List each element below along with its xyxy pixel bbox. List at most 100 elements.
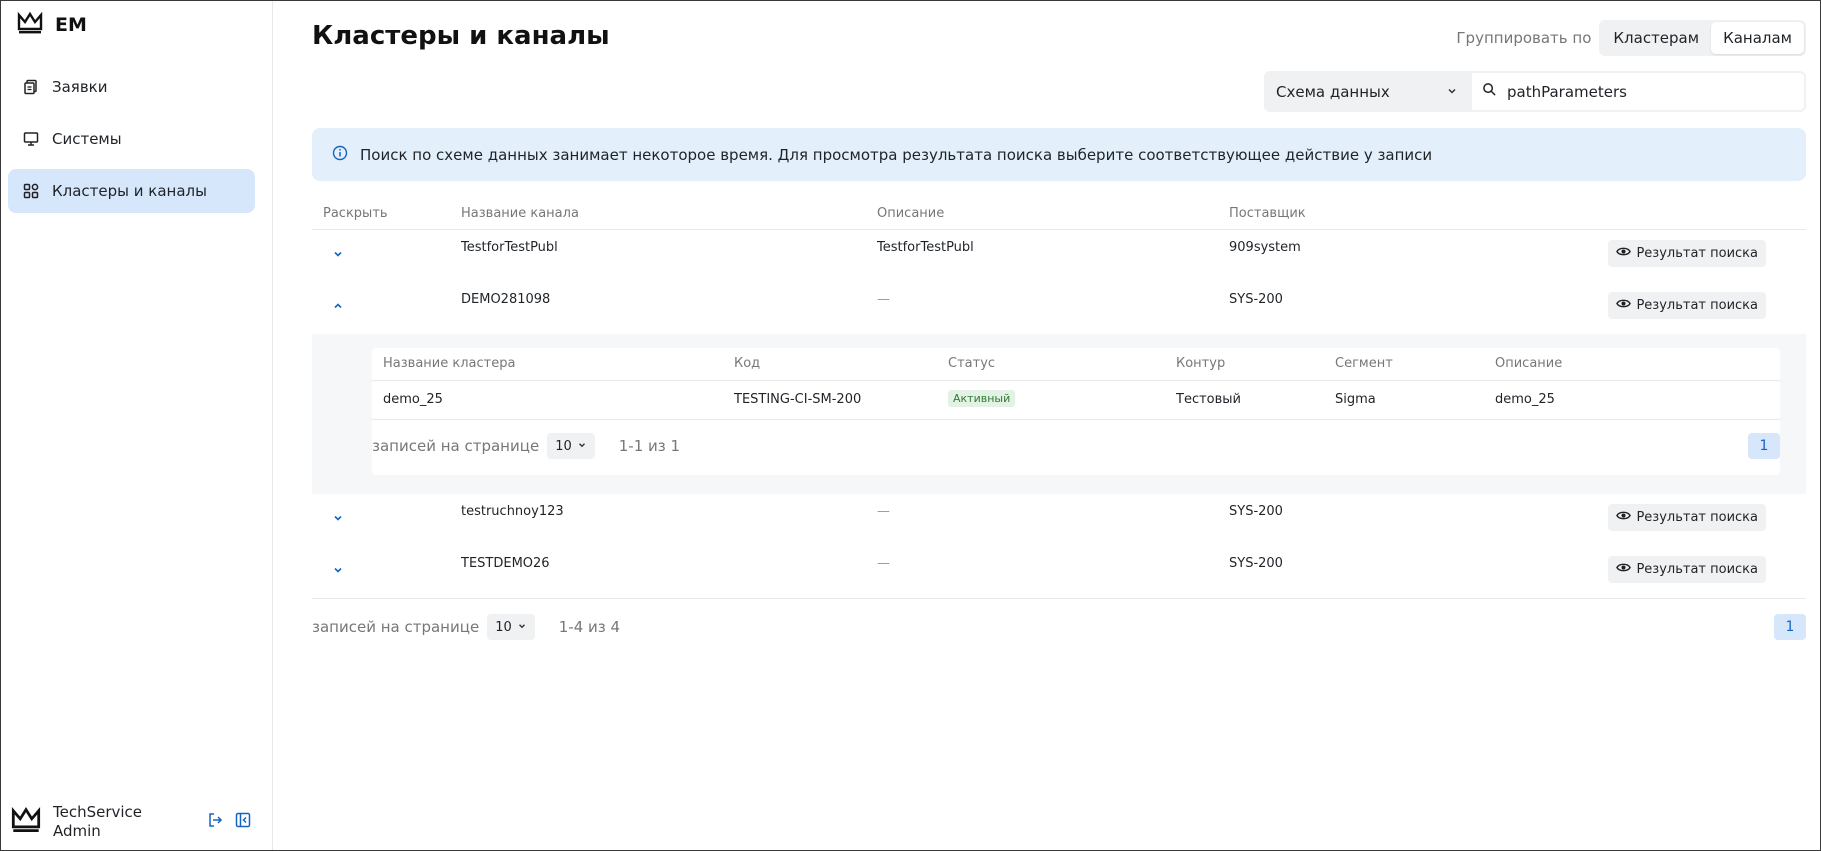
search-result-label: Результат поиска: [1636, 298, 1758, 313]
column-header-code: Код: [734, 356, 761, 371]
user-panel: TechService Admin: [11, 802, 251, 842]
page-size-value: 10: [555, 438, 572, 454]
search-result-label: Результат поиска: [1636, 510, 1758, 525]
channel-provider: 909system: [1229, 240, 1301, 255]
channels-table: Раскрыть Название канала Описание Постав…: [312, 197, 1806, 641]
group-by-toggle: Кластерам Каналам: [1599, 20, 1806, 56]
page-size-select[interactable]: 10: [547, 433, 595, 459]
page-range: 1-4 из 4: [558, 618, 621, 636]
channel-description: —: [877, 292, 890, 307]
user-name: TechService Admin: [53, 803, 143, 840]
chevron-down-icon: [577, 439, 587, 454]
table-header: Раскрыть Название канала Описание Постав…: [312, 197, 1806, 230]
cluster-segment: Sigma: [1335, 392, 1376, 407]
search-result-button[interactable]: Результат поиска: [1608, 556, 1766, 583]
sidebar-item-clusters-channels[interactable]: Кластеры и каналы: [8, 169, 255, 213]
channel-description: TestforTestPubl: [877, 240, 974, 255]
column-header-channel-name: Название канала: [461, 205, 579, 221]
page-size-label: записей на странице: [372, 437, 540, 455]
sidebar-nav: Заявки Системы Кластеры и каналы: [8, 65, 255, 221]
table-row: demo_25 TESTING-CI-SM-200 Активный Тесто…: [372, 381, 1780, 420]
expanded-clusters-panel: Название кластера Код Статус Контур Сегм…: [312, 334, 1806, 494]
column-header-segment: Сегмент: [1335, 356, 1393, 371]
chevron-down-icon[interactable]: [332, 248, 344, 264]
clusters-subtable: Название кластера Код Статус Контур Сегм…: [372, 348, 1780, 475]
chevron-down-icon: [1446, 83, 1458, 101]
channel-description: —: [877, 504, 890, 519]
subtable-pagination: записей на странице 10 1-1 из 1 1: [372, 433, 1780, 459]
brand[interactable]: EM: [17, 11, 87, 39]
page-size-select[interactable]: 10: [487, 614, 535, 640]
column-header-cluster-name: Название кластера: [383, 356, 516, 371]
table-row: testruchnoy123 — SYS-200 Результат поиск…: [312, 494, 1806, 546]
eye-icon: [1616, 560, 1632, 579]
main-content: Кластеры и каналы Группировать по Класте…: [312, 1, 1806, 850]
sidebar-item-systems[interactable]: Системы: [8, 117, 255, 161]
chevron-up-icon[interactable]: [332, 300, 344, 316]
brand-name: EM: [55, 14, 87, 36]
chevron-down-icon[interactable]: [332, 512, 344, 528]
sidebar-item-label: Кластеры и каналы: [52, 182, 207, 200]
search-result-label: Результат поиска: [1636, 246, 1758, 261]
filters: Схема данных: [1264, 71, 1806, 112]
table-pagination: записей на странице 10 1-4 из 4 1: [312, 613, 1806, 641]
cluster-contour: Тестовый: [1176, 392, 1241, 407]
search-result-button[interactable]: Результат поиска: [1608, 504, 1766, 531]
channel-name: DEMO281098: [461, 292, 551, 307]
cluster-description: demo_25: [1495, 392, 1555, 407]
channel-name: testruchnoy123: [461, 504, 564, 519]
channel-provider: SYS-200: [1229, 292, 1283, 307]
search-icon: [1482, 82, 1497, 101]
chevron-down-icon[interactable]: [332, 564, 344, 580]
column-header-status: Статус: [948, 356, 996, 371]
column-header-expand: Раскрыть: [323, 205, 388, 221]
crown-avatar-icon: [11, 806, 41, 838]
column-header-description: Описание: [877, 205, 945, 221]
eye-icon: [1616, 244, 1632, 263]
monitor-icon: [22, 130, 40, 148]
info-icon: [332, 145, 348, 165]
page-number-button[interactable]: 1: [1774, 614, 1806, 640]
app-window: EM Заявки Системы Кластеры и каналы Tech…: [0, 0, 1821, 851]
page-size-label: записей на странице: [312, 618, 480, 636]
documents-icon: [22, 78, 40, 96]
group-by-channels-button[interactable]: Каналам: [1711, 22, 1804, 54]
column-header-cluster-description: Описание: [1495, 356, 1563, 371]
search-box: [1470, 71, 1806, 112]
column-header-provider: Поставщик: [1229, 205, 1306, 221]
cluster-name: demo_25: [383, 392, 443, 407]
eye-icon: [1616, 296, 1632, 315]
subtable-header: Название кластера Код Статус Контур Сегм…: [372, 348, 1780, 381]
column-header-contour: Контур: [1176, 356, 1226, 371]
info-text: Поиск по схеме данных занимает некоторое…: [360, 145, 1433, 164]
channel-description: —: [877, 556, 890, 571]
logout-icon[interactable]: [207, 812, 223, 832]
table-row: DEMO281098 — SYS-200 Результат поиска: [312, 282, 1806, 334]
chevron-down-icon: [517, 620, 527, 635]
info-banner: Поиск по схеме данных занимает некоторое…: [312, 128, 1806, 181]
sidebar-item-requests[interactable]: Заявки: [8, 65, 255, 109]
scheme-select[interactable]: Схема данных: [1264, 71, 1470, 112]
search-result-button[interactable]: Результат поиска: [1608, 240, 1766, 267]
channel-provider: SYS-200: [1229, 504, 1283, 519]
cluster-code: TESTING-CI-SM-200: [734, 392, 862, 407]
status-badge: Активный: [948, 390, 1016, 407]
grid-icon: [22, 182, 40, 200]
channel-name: TestforTestPubl: [461, 240, 558, 255]
search-result-button[interactable]: Результат поиска: [1608, 292, 1766, 319]
table-row: TestforTestPubl TestforTestPubl 909syste…: [312, 230, 1806, 282]
page-number-button[interactable]: 1: [1748, 433, 1780, 459]
sidebar-item-label: Системы: [52, 130, 122, 148]
group-by-clusters-button[interactable]: Кластерам: [1601, 22, 1711, 54]
eye-icon: [1616, 508, 1632, 527]
sidebar: EM Заявки Системы Кластеры и каналы Tech…: [1, 1, 273, 850]
page-size-value: 10: [495, 619, 512, 635]
search-input[interactable]: [1505, 81, 1789, 102]
table-row: TESTDEMO26 — SYS-200 Результат поиска: [312, 546, 1806, 599]
crown-logo-icon: [17, 11, 43, 39]
page-title: Кластеры и каналы: [312, 21, 610, 51]
collapse-sidebar-icon[interactable]: [235, 812, 251, 832]
group-by: Группировать по Кластерам Каналам: [1456, 20, 1806, 56]
group-by-label: Группировать по: [1456, 29, 1592, 47]
sidebar-item-label: Заявки: [52, 78, 108, 96]
